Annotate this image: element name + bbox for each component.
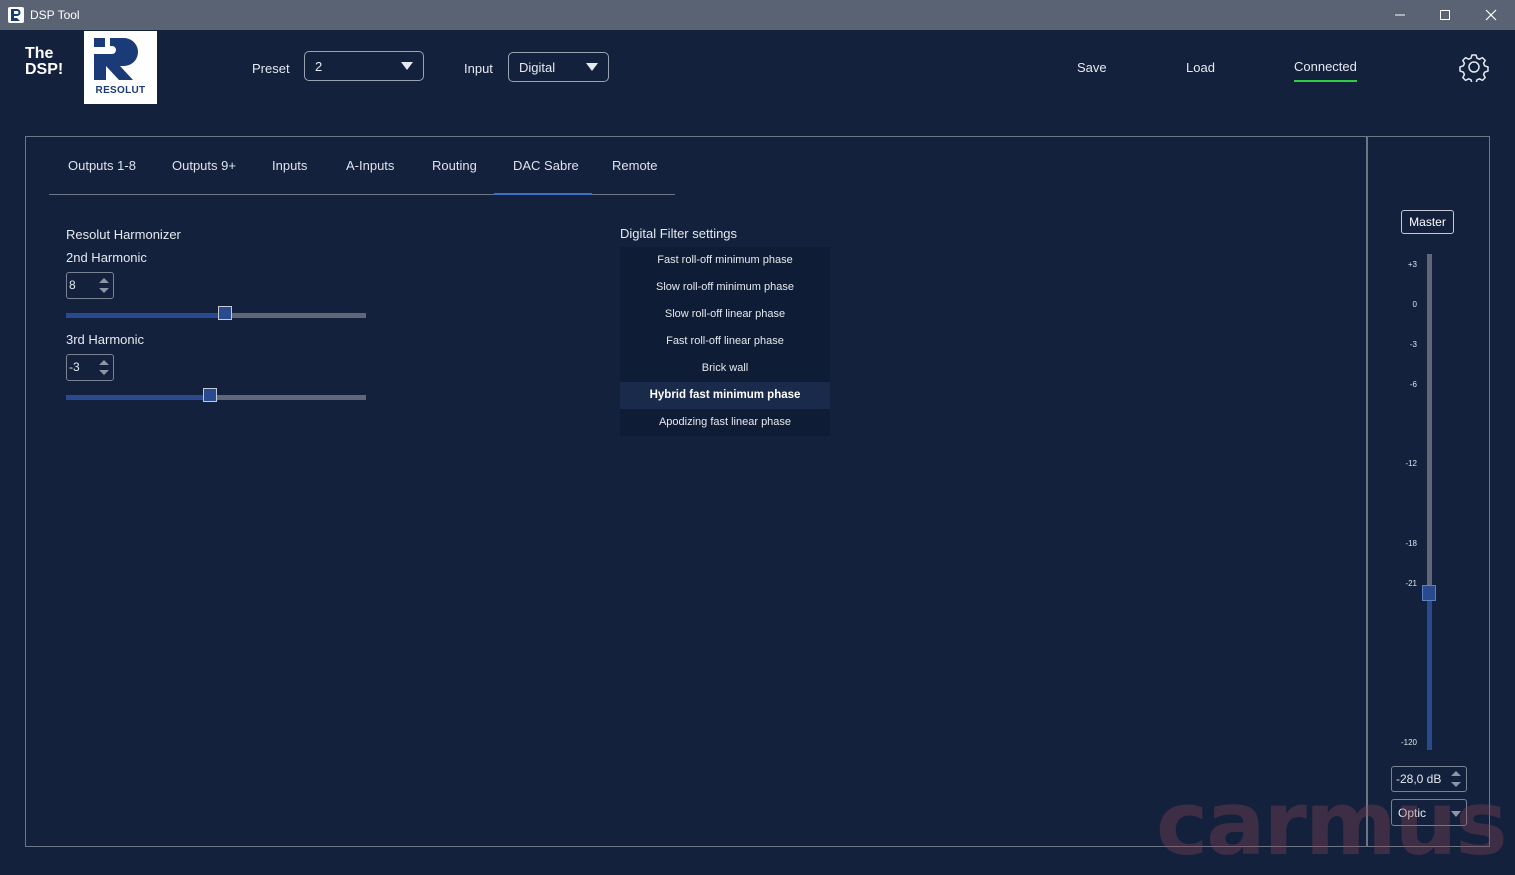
scale-tick: -18 bbox=[1405, 539, 1417, 548]
spin-up-icon[interactable] bbox=[99, 360, 109, 365]
second-harmonic-value: 8 bbox=[69, 278, 76, 292]
second-harmonic-label: 2nd Harmonic bbox=[66, 250, 147, 265]
second-harmonic-spinbox[interactable]: 8 bbox=[66, 272, 114, 299]
filter-item[interactable]: Fast roll-off minimum phase bbox=[620, 247, 830, 274]
filter-settings-title: Digital Filter settings bbox=[620, 226, 738, 241]
slider-fill bbox=[66, 313, 225, 318]
minimize-button[interactable] bbox=[1377, 0, 1423, 30]
third-harmonic-slider[interactable] bbox=[66, 388, 366, 402]
spin-up-icon[interactable] bbox=[99, 278, 109, 283]
panel-divider bbox=[1366, 136, 1368, 847]
logo-brand-text: RESOLUT bbox=[95, 85, 146, 96]
filter-item[interactable]: Brick wall bbox=[620, 355, 830, 382]
active-tab-indicator bbox=[494, 193, 592, 195]
third-harmonic-spinbox[interactable]: -3 bbox=[66, 354, 114, 381]
preset-value: 2 bbox=[315, 59, 323, 74]
tab-a-inputs[interactable]: A-Inputs bbox=[346, 158, 394, 173]
master-button[interactable]: Master bbox=[1401, 210, 1454, 234]
maximize-button[interactable] bbox=[1422, 0, 1468, 30]
scale-tick: -21 bbox=[1405, 579, 1417, 588]
spin-down-icon[interactable] bbox=[99, 370, 109, 375]
tab-remote[interactable]: Remote bbox=[612, 158, 658, 173]
filter-item-selected[interactable]: Hybrid fast minimum phase bbox=[620, 382, 830, 409]
master-volume-thumb[interactable] bbox=[1422, 585, 1436, 601]
spin-down-icon[interactable] bbox=[99, 288, 109, 293]
input-value: Digital bbox=[519, 60, 556, 75]
main-panel bbox=[25, 136, 1490, 847]
resolut-logo: RESOLUT bbox=[84, 31, 157, 104]
preset-select[interactable]: 2 bbox=[304, 51, 424, 81]
scale-tick: 0 bbox=[1412, 300, 1417, 309]
filter-item[interactable]: Fast roll-off linear phase bbox=[620, 328, 830, 355]
resolut-logo-mark-icon bbox=[94, 38, 138, 80]
gear-icon[interactable] bbox=[1459, 52, 1489, 87]
slider-fill bbox=[1427, 593, 1432, 750]
tab-outputs-9-plus[interactable]: Outputs 9+ bbox=[172, 158, 236, 173]
tab-routing[interactable]: Routing bbox=[432, 158, 477, 173]
second-harmonic-slider[interactable] bbox=[66, 306, 366, 320]
filter-item[interactable]: Slow roll-off minimum phase bbox=[620, 274, 830, 301]
preset-label: Preset bbox=[252, 61, 290, 76]
connection-status[interactable]: Connected bbox=[1294, 59, 1357, 82]
app-icon bbox=[8, 7, 24, 23]
filter-item[interactable]: Apodizing fast linear phase bbox=[620, 409, 830, 436]
tab-inputs[interactable]: Inputs bbox=[272, 158, 307, 173]
window-title: DSP Tool bbox=[30, 8, 80, 22]
load-button[interactable]: Load bbox=[1186, 60, 1215, 75]
tab-bar: Outputs 1-8 Outputs 9+ Inputs A-Inputs R… bbox=[49, 136, 675, 195]
watermark: carmus bbox=[1156, 772, 1508, 875]
scale-tick: -6 bbox=[1409, 380, 1417, 389]
scale-tick: -3 bbox=[1409, 340, 1417, 349]
tab-dac-sabre[interactable]: DAC Sabre bbox=[513, 158, 579, 173]
master-volume-slider[interactable] bbox=[1427, 254, 1432, 750]
slider-fill bbox=[66, 395, 210, 400]
save-button[interactable]: Save bbox=[1077, 60, 1107, 75]
harmonizer-title: Resolut Harmonizer bbox=[66, 227, 181, 242]
logo-line-1: The bbox=[25, 45, 54, 62]
slider-thumb[interactable] bbox=[203, 388, 217, 402]
chevron-down-icon bbox=[401, 62, 413, 70]
logo-line-2: DSP! bbox=[25, 61, 64, 78]
input-select[interactable]: Digital bbox=[508, 52, 609, 82]
scale-tick: -12 bbox=[1405, 459, 1417, 468]
filter-item[interactable]: Slow roll-off linear phase bbox=[620, 301, 830, 328]
scale-tick: -120 bbox=[1400, 738, 1417, 747]
close-button[interactable] bbox=[1468, 0, 1514, 30]
tab-outputs-1-8[interactable]: Outputs 1-8 bbox=[68, 158, 136, 173]
app-logo-text: The DSP! bbox=[25, 46, 63, 78]
third-harmonic-label: 3rd Harmonic bbox=[66, 332, 145, 347]
third-harmonic-value: -3 bbox=[69, 360, 80, 374]
filter-list: Fast roll-off minimum phase Slow roll-of… bbox=[620, 247, 830, 436]
title-bar: DSP Tool bbox=[0, 0, 1515, 30]
slider-thumb[interactable] bbox=[218, 306, 232, 320]
scale-tick: +3 bbox=[1407, 260, 1417, 269]
input-label: Input bbox=[464, 61, 493, 76]
chevron-down-icon bbox=[586, 63, 598, 71]
